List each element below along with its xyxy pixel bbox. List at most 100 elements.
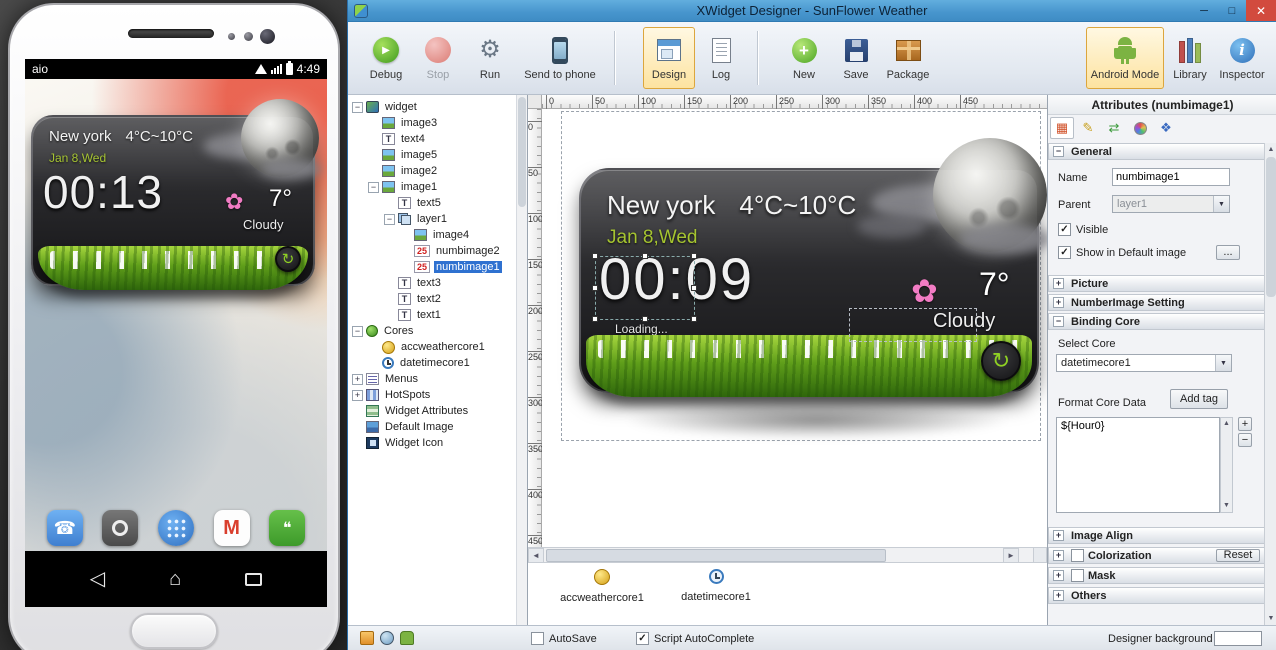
stop-button[interactable]: Stop — [412, 27, 464, 89]
selection-handle[interactable] — [592, 285, 598, 291]
designer-background-swatch[interactable] — [1214, 631, 1262, 646]
tree-item-widget[interactable]: − widget — [348, 99, 527, 115]
dropdown-arrow-icon[interactable]: ▼ — [1215, 355, 1231, 371]
section-expander[interactable]: − — [1053, 316, 1064, 327]
debug-button[interactable]: ▶ Debug — [360, 27, 412, 89]
android-mode-button[interactable]: Android Mode — [1086, 27, 1164, 89]
flower-icon[interactable]: ✿ — [911, 272, 938, 310]
section-expander[interactable]: + — [1053, 550, 1064, 561]
scroll-up-arrow[interactable]: ▲ — [1265, 143, 1276, 156]
selection-handle[interactable] — [642, 316, 648, 322]
scrollbar-thumb[interactable] — [1266, 157, 1276, 297]
android-status-icon[interactable] — [400, 631, 414, 645]
tree-expander[interactable]: − — [368, 182, 379, 193]
cloud-graphic[interactable] — [857, 214, 927, 238]
tree-item-image3[interactable]: image3 — [348, 115, 527, 131]
section-expander[interactable]: + — [1053, 530, 1064, 541]
tree-item-hotspots[interactable]: + HotSpots — [348, 387, 527, 403]
mask-checkbox[interactable] — [1071, 569, 1084, 582]
section-mask[interactable]: + Mask — [1048, 567, 1265, 584]
selection-handle[interactable] — [691, 285, 697, 291]
log-tab-button[interactable]: Log — [695, 27, 747, 89]
selection-handle[interactable] — [691, 253, 697, 259]
selection-handle[interactable] — [592, 253, 598, 259]
library-button[interactable]: Library — [1164, 27, 1216, 89]
temp-range-label[interactable]: 4°C~10°C — [739, 190, 856, 220]
canvas-horizontal-scrollbar[interactable]: ◄ ► — [528, 547, 1033, 563]
selection-box-numbimage1[interactable] — [595, 256, 695, 320]
tree-item-datetimecore1[interactable]: datetimecore1 — [348, 355, 527, 371]
select-core-dropdown[interactable]: datetimecore1 ▼ — [1056, 354, 1232, 372]
browse-button[interactable]: ... — [1216, 245, 1240, 260]
scrollbar-thumb[interactable] — [546, 549, 886, 562]
tree-item-menus[interactable]: + Menus — [348, 371, 527, 387]
close-button[interactable]: ✕ — [1246, 0, 1276, 21]
parent-dropdown[interactable]: layer1 ▼ — [1112, 195, 1230, 213]
tree-scrollbar[interactable] — [516, 95, 527, 625]
selection-handle[interactable] — [642, 253, 648, 259]
tree-item-image2[interactable]: image2 — [348, 163, 527, 179]
section-numberimage-setting[interactable]: + NumberImage Setting — [1048, 294, 1265, 311]
section-general[interactable]: − General — [1048, 143, 1265, 160]
scroll-right-arrow[interactable]: ► — [1003, 548, 1019, 563]
core-item-accweathercore1[interactable]: accweathercore1 — [542, 569, 662, 604]
scroll-down-arrow[interactable]: ▼ — [1221, 500, 1232, 512]
tree-item-widget-icon[interactable]: Widget Icon — [348, 435, 527, 451]
tree-expander[interactable]: − — [352, 102, 363, 113]
scroll-left-arrow[interactable]: ◄ — [528, 548, 544, 563]
section-colorization[interactable]: + Colorization Reset — [1048, 547, 1265, 564]
script-autocomplete-checkbox[interactable]: ✓ — [636, 632, 649, 645]
tree-item-text2[interactable]: T text2 — [348, 291, 527, 307]
folder-icon[interactable] — [360, 631, 374, 645]
attributes-scrollbar[interactable]: ▲ ▼ — [1264, 143, 1276, 625]
section-picture[interactable]: + Picture — [1048, 275, 1265, 292]
section-expander[interactable]: − — [1053, 146, 1064, 157]
tree-item-image4[interactable]: image4 — [348, 227, 527, 243]
add-tag-button[interactable]: Add tag — [1170, 389, 1228, 409]
tab-properties[interactable]: ▦ — [1050, 117, 1074, 139]
show-default-checkbox[interactable]: ✓ — [1058, 246, 1071, 259]
grass-graphic[interactable] — [586, 335, 1032, 397]
colorization-checkbox[interactable] — [1071, 549, 1084, 562]
run-button[interactable]: ⚙ Run — [464, 27, 516, 89]
tree-item-layer1[interactable]: − layer1 — [348, 211, 527, 227]
selection-handle[interactable] — [592, 316, 598, 322]
reset-button[interactable]: Reset — [1216, 549, 1260, 562]
loading-label[interactable]: Loading... — [615, 322, 668, 336]
package-button[interactable]: Package — [882, 27, 934, 89]
dropdown-arrow-icon[interactable]: ▼ — [1213, 196, 1229, 212]
tab-3d[interactable]: ❖ — [1154, 117, 1178, 139]
tree-item-accweathercore1[interactable]: accweathercore1 — [348, 339, 527, 355]
tree-expander[interactable]: + — [352, 374, 363, 385]
zoom-out-button[interactable]: − — [1238, 433, 1252, 447]
title-bar[interactable]: XWidget Designer - SunFlower Weather ─ □… — [348, 0, 1276, 22]
selection-handle[interactable] — [691, 316, 697, 322]
refresh-icon[interactable]: ↻ — [981, 341, 1021, 381]
tree-expander[interactable]: + — [352, 390, 363, 401]
name-input[interactable] — [1112, 168, 1230, 186]
design-weather-widget[interactable]: New york4°C~10°C Jan 8,Wed 00:09 Loading… — [579, 168, 1039, 393]
tree-expander[interactable]: − — [352, 326, 363, 337]
inspector-button[interactable]: i Inspector — [1216, 27, 1268, 89]
scroll-up-arrow[interactable]: ▲ — [1221, 418, 1232, 430]
tree-item-image1[interactable]: − image1 — [348, 179, 527, 195]
design-viewport[interactable]: New york4°C~10°C Jan 8,Wed 00:09 Loading… — [542, 109, 1047, 547]
current-temp-label[interactable]: 7° — [979, 266, 1010, 303]
tree-item-default-image[interactable]: Default Image — [348, 419, 527, 435]
save-button[interactable]: Save — [830, 27, 882, 89]
design-city-line[interactable]: New york4°C~10°C — [607, 190, 856, 221]
cloud-graphic[interactable] — [959, 224, 1047, 254]
section-expander[interactable]: + — [1053, 278, 1064, 289]
tree-item-text1[interactable]: T text1 — [348, 307, 527, 323]
maximize-button[interactable]: □ — [1218, 0, 1246, 21]
zoom-in-button[interactable]: + — [1238, 417, 1252, 431]
tree-item-numbimage1[interactable]: 25 numbimage1 — [348, 259, 527, 275]
scroll-down-arrow[interactable]: ▼ — [1265, 612, 1276, 625]
tab-color[interactable] — [1128, 117, 1152, 139]
design-tab-button[interactable]: Design — [643, 27, 695, 89]
new-button[interactable]: + New — [778, 27, 830, 89]
tree-item-cores[interactable]: − Cores — [348, 323, 527, 339]
tree-item-text5[interactable]: T text5 — [348, 195, 527, 211]
autosave-checkbox[interactable] — [531, 632, 544, 645]
section-binding-core[interactable]: − Binding Core — [1048, 313, 1265, 330]
